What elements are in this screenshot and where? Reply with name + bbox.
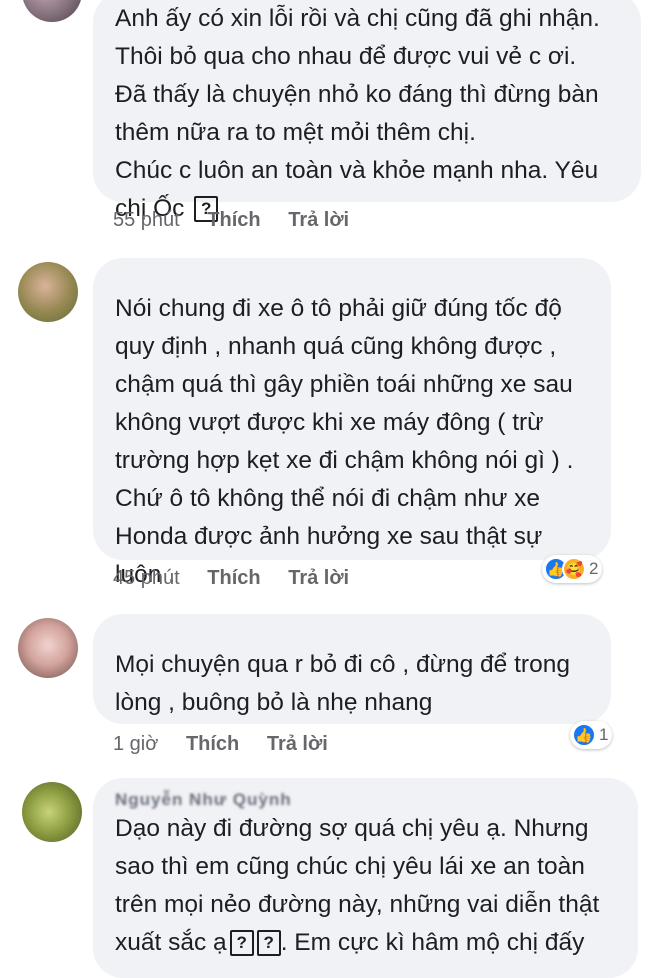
comment-meta: 55 phút Thích Trả lời — [113, 209, 371, 232]
reply-button[interactable]: Trả lời — [267, 733, 328, 755]
reaction-summary[interactable]: 👍 🥰 2 — [542, 555, 603, 583]
comment-author[interactable] — [115, 270, 589, 290]
comment-bubble: Nguyễn Như Quỳnh Dạo này đi đường sợ quá… — [93, 778, 638, 978]
comment-meta: 1 giờ Thích Trả lời — [113, 733, 350, 756]
like-button[interactable]: Thích — [207, 567, 260, 589]
timestamp[interactable]: 1 giờ — [113, 733, 158, 755]
comment-bubble: Nói chung đi xe ô tô phải giữ đúng tốc đ… — [93, 258, 611, 588]
like-button[interactable]: Thích — [186, 733, 239, 755]
reply-button[interactable]: Trả lời — [288, 567, 349, 589]
comment-text: Mọi chuyện qua r bỏ đi cô , đừng để tron… — [115, 651, 570, 716]
unknown-glyph: ? — [256, 930, 281, 956]
avatar[interactable] — [22, 0, 82, 22]
like-icon: 👍 — [572, 723, 596, 747]
reaction-count: 2 — [589, 559, 599, 578]
comment-text: Anh ấy có xin lỗi rồi và chị cũng đã ghi… — [115, 5, 600, 222]
comment-bubble: Mọi chuyện qua r bỏ đi cô , đừng để tron… — [93, 614, 611, 724]
timestamp[interactable]: 55 phút — [113, 209, 180, 231]
avatar[interactable] — [22, 782, 82, 842]
unknown-glyph: ? — [229, 930, 254, 956]
reaction-count: 1 — [599, 725, 609, 744]
like-button[interactable]: Thích — [207, 209, 260, 231]
comment-bubble: Anh ấy có xin lỗi rồi và chị cũng đã ghi… — [93, 0, 641, 222]
avatar[interactable] — [18, 618, 78, 678]
timestamp[interactable]: 45 phút — [113, 567, 180, 589]
reply-button[interactable]: Trả lời — [288, 209, 349, 231]
comment-author[interactable]: Nguyễn Như Quỳnh — [115, 790, 616, 810]
comment-text: Dạo này đi đường sợ quá chị yêu ạ. Nhưng… — [115, 815, 600, 956]
avatar[interactable] — [18, 262, 78, 322]
reaction-summary[interactable]: 👍 1 — [570, 721, 613, 749]
care-icon: 🥰 — [562, 557, 586, 581]
comment-author[interactable] — [115, 626, 589, 646]
comment-meta: 45 phút Thích Trả lời — [113, 567, 371, 590]
comment-text: Nói chung đi xe ô tô phải giữ đúng tốc đ… — [115, 295, 574, 588]
